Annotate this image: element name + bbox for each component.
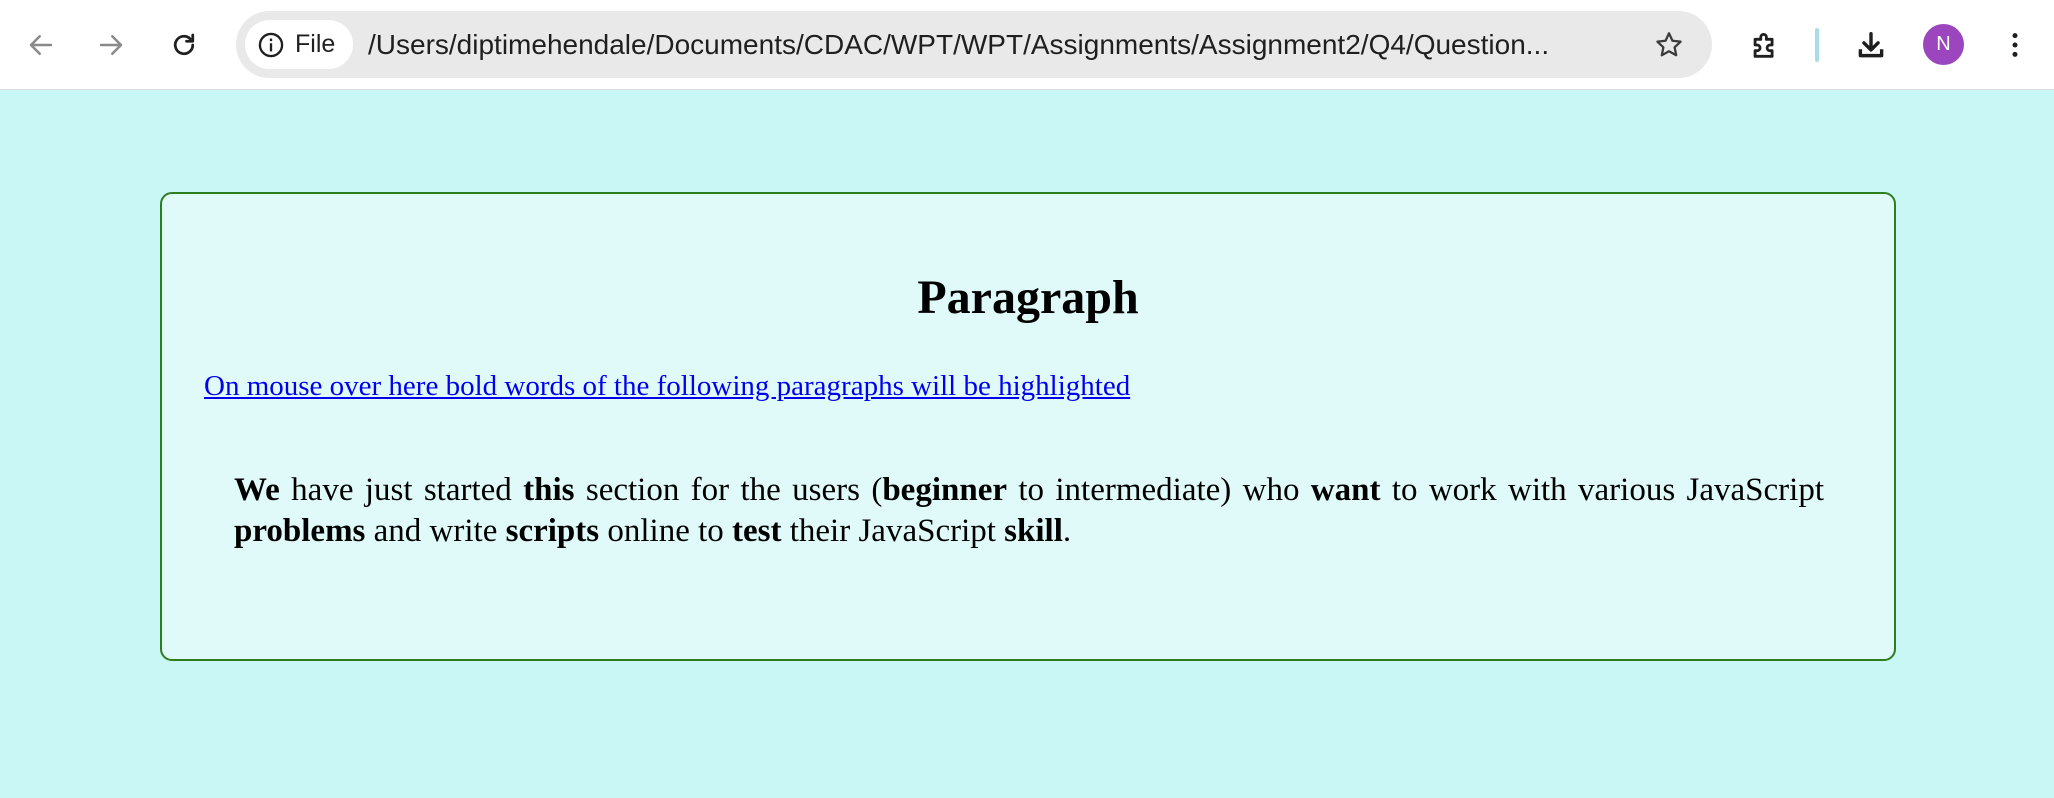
puzzle-icon [1753,33,1774,58]
highlight-link[interactable]: On mouse over here bold words of the fol… [204,370,1130,403]
arrow-left-icon [29,35,53,55]
reload-icon [173,33,195,56]
toolbar-divider [1815,28,1819,62]
paragraph-text: to intermediate) who [1007,472,1311,508]
reload-button[interactable] [160,21,208,69]
bold-word: this [523,472,575,508]
address-bar[interactable]: File /Users/diptimehendale/Documents/CDA… [236,11,1712,78]
url-text[interactable]: /Users/diptimehendale/Documents/CDAC/WPT… [368,11,1628,78]
downloads-button[interactable] [1847,21,1895,69]
site-info-chip[interactable]: File [245,20,354,69]
profile-avatar[interactable]: N [1923,24,1964,65]
extensions-button[interactable] [1741,21,1789,69]
content-panel: Paragraph On mouse over here bold words … [160,192,1896,661]
bold-word: want [1310,472,1381,508]
page-heading: Paragraph [917,271,1139,324]
star-icon [1656,32,1682,57]
info-icon [258,32,284,57]
paragraph-text: online to [599,513,733,549]
bold-word: skill [1004,513,1063,549]
browser-toolbar: File /Users/diptimehendale/Documents/CDA… [0,0,2054,90]
bold-word: problems [234,513,366,549]
paragraph-text: section for the users ( [574,472,883,508]
paragraph-text: . [1062,513,1072,549]
bold-word: scripts [505,513,600,549]
bold-word: beginner [882,472,1007,508]
paragraph-text: their JavaScript [781,513,1005,549]
paragraph-text: have just started [279,472,524,508]
paragraph: We have just started this section for th… [234,470,1824,552]
back-button[interactable] [17,21,65,69]
bold-word: We [234,472,280,508]
kebab-menu-icon [2012,33,2018,57]
arrow-right-icon [99,35,123,55]
site-info-label: File [295,30,336,58]
browser-menu-button[interactable] [1991,21,2039,69]
bold-word: test [732,513,782,549]
download-icon [1858,31,1884,58]
forward-button[interactable] [87,21,135,69]
paragraph-text: and write [365,513,506,549]
paragraph-text: to work with various JavaScript [1380,472,1824,508]
bookmark-button[interactable] [1650,26,1688,64]
